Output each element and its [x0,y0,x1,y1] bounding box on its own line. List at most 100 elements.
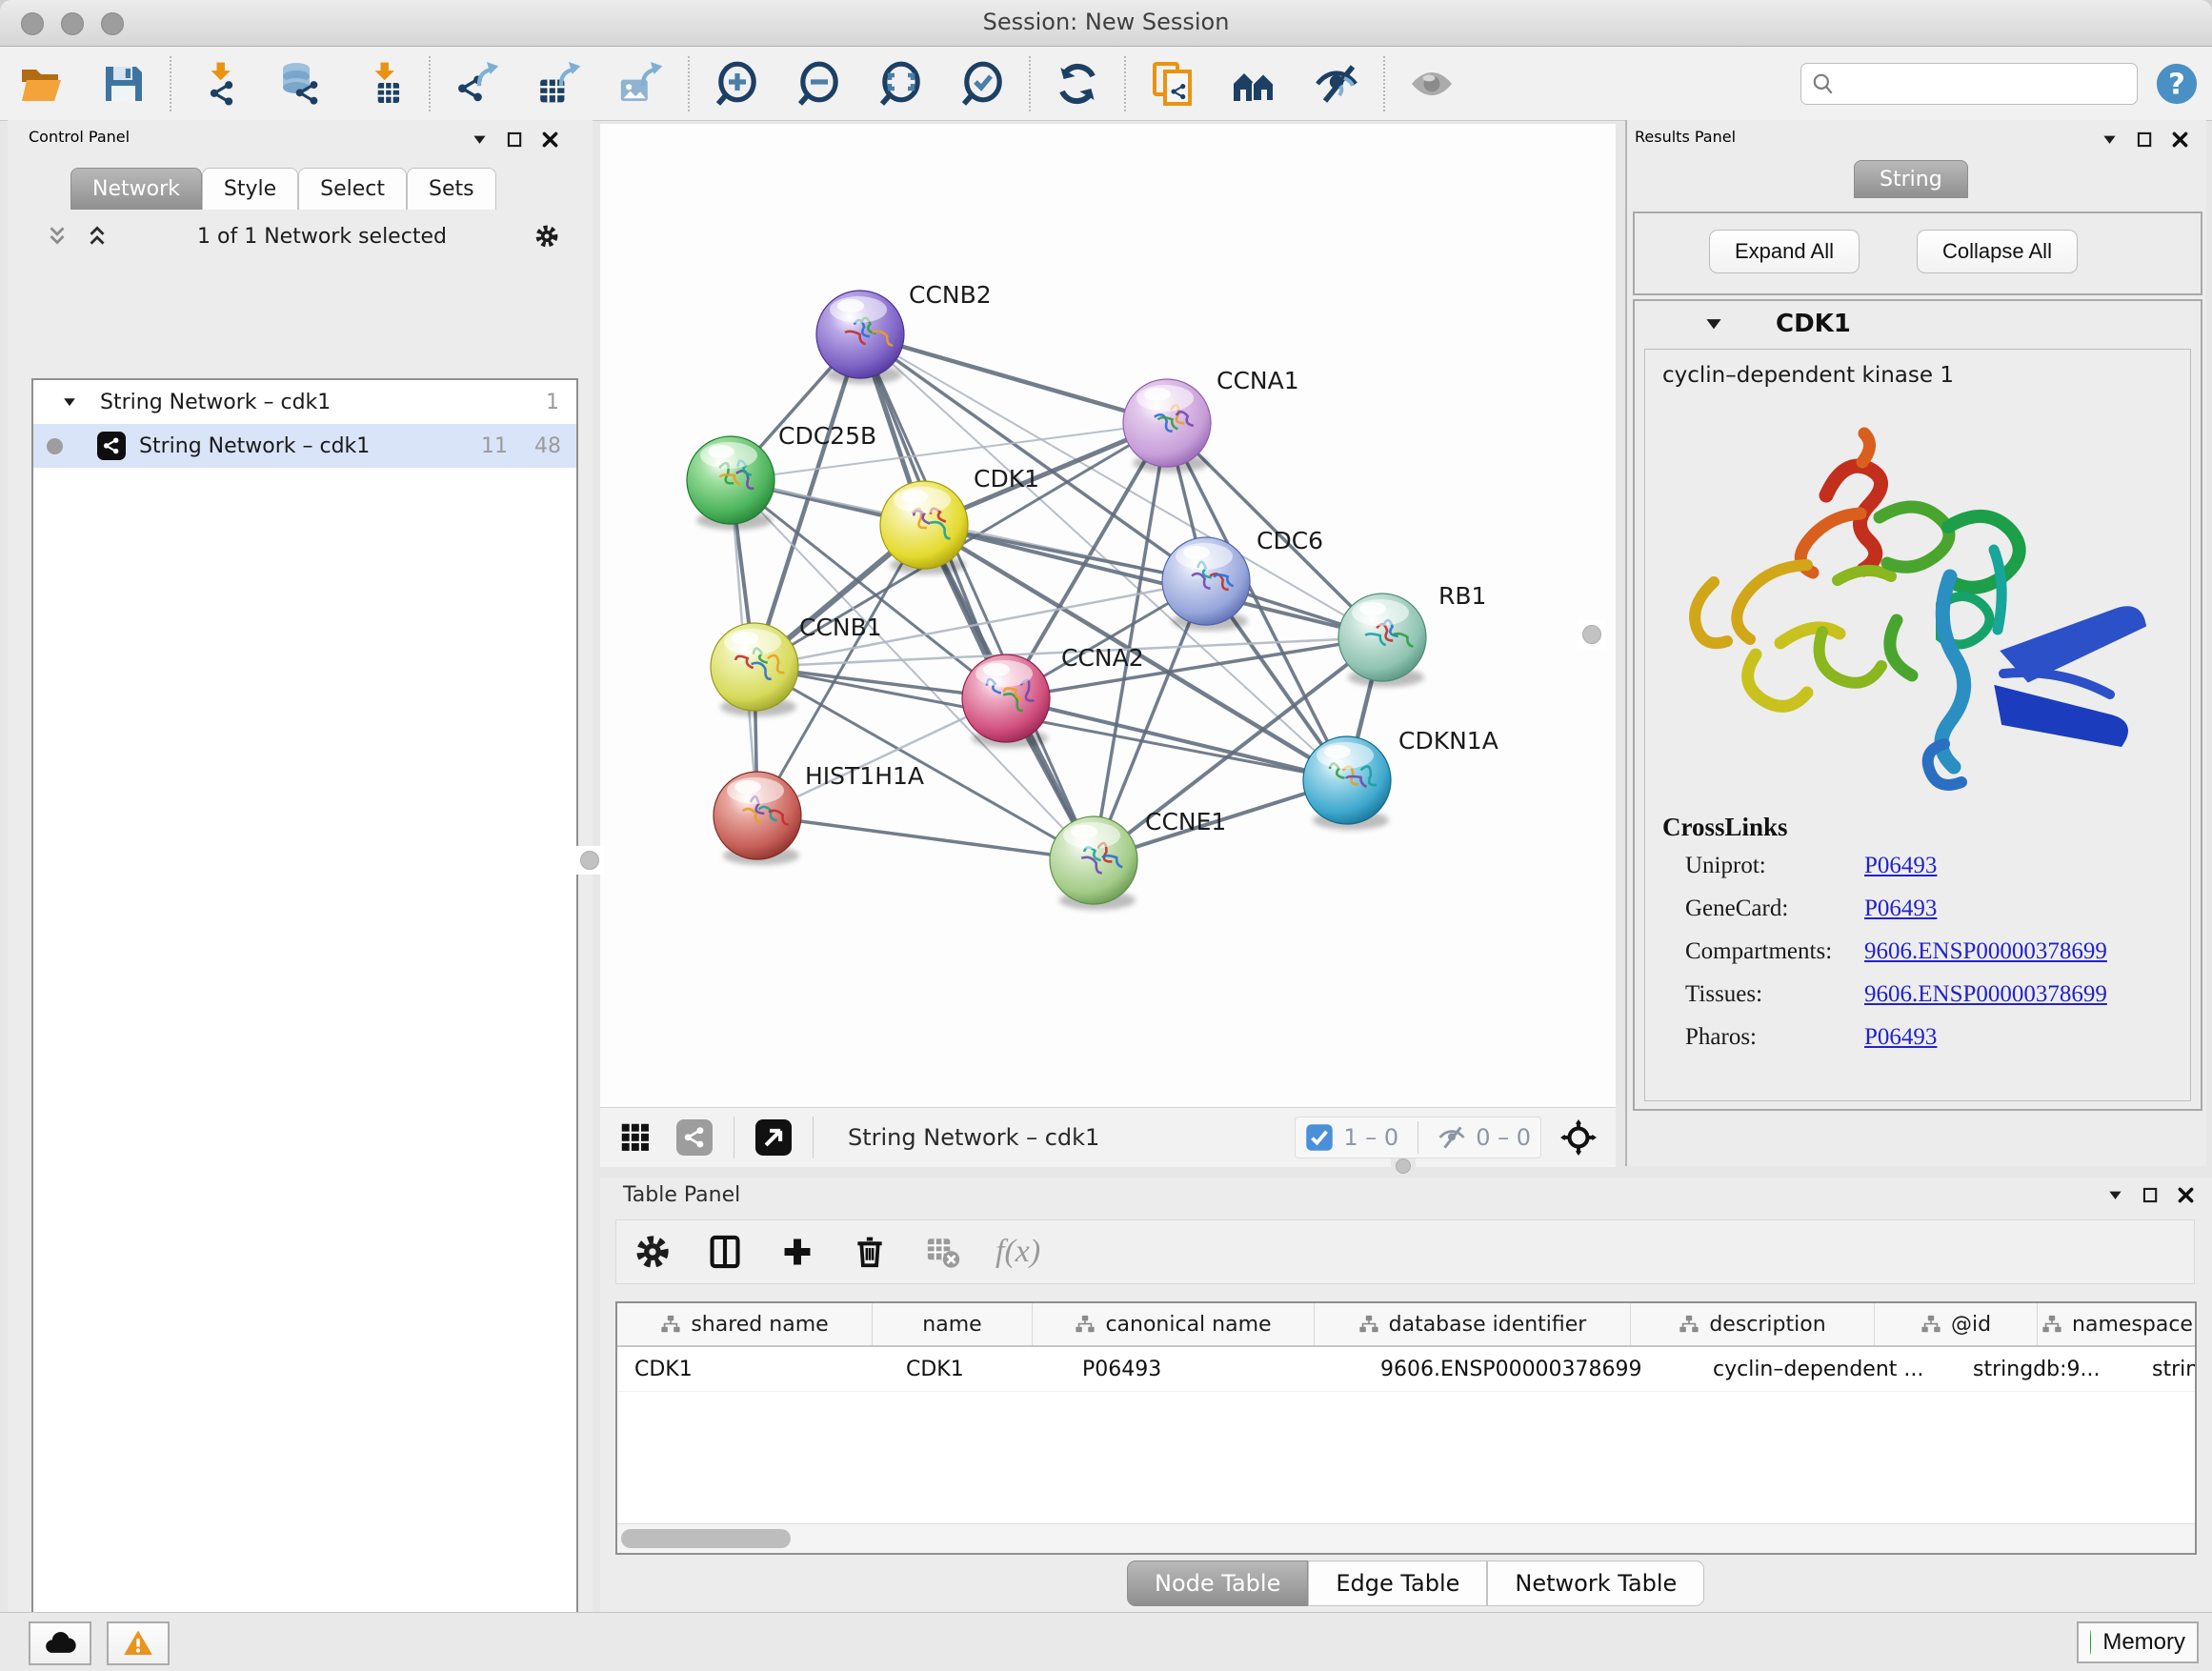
network-tree-row[interactable]: String Network – cdk1 11 48 [33,424,576,468]
column-label: canonical name [1105,1313,1271,1337]
table-options-button[interactable] [631,1230,674,1274]
edge-count: 48 [534,434,561,458]
results-panel-float-icon[interactable] [2135,130,2155,150]
table-header-row: shared namename canonical name database id… [617,1303,2195,1347]
table-row[interactable]: CDK1CDK1P064939606.ENSP00000378699cyclin… [617,1347,2195,1392]
left-splitter-handle[interactable] [575,846,604,875]
network-edge[interactable] [860,334,1167,423]
results-panel-close-icon[interactable] [2170,130,2190,150]
network-node-CDKN1A[interactable] [1303,736,1391,830]
network-node-CCNB1[interactable] [711,623,798,716]
crosslink-link[interactable]: 9606.ENSP00000378699 [1864,938,2107,965]
network-node-CDK1[interactable] [880,481,968,574]
search-input[interactable] [1843,70,2127,97]
crosslink-link[interactable]: P06493 [1864,1024,1937,1051]
collapse-all-button[interactable]: Collapse All [1917,230,2078,273]
right-splitter-handle[interactable] [1578,620,1606,649]
hierarchy-icon [1920,1314,1941,1335]
duplicate-network-button[interactable] [1148,59,1197,109]
column-header--id[interactable]: @id [1875,1303,2038,1345]
zoom-fit-button[interactable] [875,59,925,109]
expand-all-button[interactable]: Expand All [1709,230,1860,273]
fit-selected-button[interactable] [1557,1116,1600,1159]
network-selector-row: 1 of 1 Network selected [31,213,574,259]
table-panel-window-controls [2105,1185,2196,1205]
control-panel-collapse-icon[interactable] [470,130,490,150]
column-header-shared-name[interactable]: shared name [617,1303,873,1345]
network-node-CCNE1[interactable] [1050,816,1137,910]
delete-table-button[interactable] [920,1230,964,1274]
network-tree-row[interactable]: String Network – cdk1 1 [33,380,576,424]
tab-node-table[interactable]: Node Table [1127,1560,1308,1606]
network-node-CDC25B[interactable] [687,436,774,530]
tab-select[interactable]: Select [298,168,407,210]
gene-collapse-icon[interactable] [1701,312,1726,336]
tab-sets[interactable]: Sets [407,168,496,210]
expand-all-networks-icon[interactable] [45,224,70,249]
network-edge[interactable] [757,815,1094,860]
tab-style[interactable]: Style [202,168,298,210]
gene-section-header[interactable]: CDK1 [1635,301,2201,347]
import-table-button[interactable] [357,59,407,109]
zoom-selected-button[interactable] [957,59,1007,109]
home-view-button[interactable] [1230,59,1279,109]
network-node-RB1[interactable] [1338,594,1426,687]
tree-caret-icon[interactable] [60,393,79,412]
export-image-button[interactable] [616,59,666,109]
tab-network-table[interactable]: Network Table [1487,1560,1704,1606]
import-database-button[interactable] [275,59,325,109]
open-file-button[interactable] [16,59,66,109]
network-node-CCNA1[interactable] [1123,379,1211,473]
crosslink-link[interactable]: P06493 [1864,896,1937,922]
tab-network[interactable]: Network [70,168,202,210]
help-button[interactable]: ? [2155,62,2199,106]
delete-column-button[interactable] [848,1230,892,1274]
collapse-all-networks-icon[interactable] [85,224,110,249]
status-bar: Memory [0,1612,2212,1671]
tab-string[interactable]: String [1854,160,1968,198]
save-session-button[interactable] [98,59,148,109]
birdseye-view-button[interactable] [752,1116,795,1159]
refresh-view-button[interactable] [1053,59,1102,109]
crosslink-link[interactable]: P06493 [1864,853,1937,879]
network-node-CCNA2[interactable] [962,654,1050,748]
control-panel-close-icon[interactable] [540,130,560,150]
show-columns-button[interactable] [703,1230,747,1274]
crosslink-link[interactable]: 9606.ENSP00000378699 [1864,981,2107,1008]
show-elements-button[interactable] [1407,59,1457,109]
control-panel-float-icon[interactable] [505,130,525,150]
function-builder-label[interactable]: f(x) [995,1234,1040,1270]
network-node-CDC6[interactable] [1162,537,1250,631]
network-options-gear-icon[interactable] [534,224,559,249]
network-share-button[interactable] [673,1116,716,1159]
warnings-button[interactable] [107,1621,170,1665]
column-header-description[interactable]: description [1631,1303,1875,1345]
hidden-eye-icon[interactable] [1438,1123,1466,1152]
add-column-button[interactable] [775,1230,819,1274]
hide-elements-button[interactable] [1312,59,1361,109]
memory-button[interactable]: Memory [2077,1621,2199,1663]
bottom-splitter-handle[interactable] [1391,1158,1416,1174]
node-label-CCNA1: CCNA1 [1217,367,1299,394]
cloud-status-button[interactable] [29,1621,91,1665]
network-node-HIST1H1A[interactable] [714,772,801,865]
results-panel-collapse-icon[interactable] [2100,130,2120,150]
zoom-in-button[interactable] [712,59,761,109]
network-canvas[interactable]: CCNB2CCNA1CDC25BCDK1CDC6RB1CCNB1CCNA2CDK… [600,124,1616,1107]
column-header-namespace[interactable]: namespace [2038,1303,2197,1345]
scrollbar-thumb[interactable] [621,1529,791,1548]
zoom-out-button[interactable] [794,59,843,109]
tab-edge-table[interactable]: Edge Table [1308,1560,1487,1606]
table-panel-collapse-icon[interactable] [2105,1185,2125,1205]
export-table-button[interactable] [534,59,584,109]
table-panel-close-icon[interactable] [2176,1185,2196,1205]
export-network-button[interactable] [452,59,502,109]
grid-view-button[interactable] [613,1116,657,1159]
import-network-button[interactable] [193,59,243,109]
selection-counters: 1 – 0 0 – 0 [1295,1117,1541,1158]
selected-checkbox-icon[interactable] [1305,1123,1334,1152]
column-header-canonical-name[interactable]: canonical name [1033,1303,1315,1345]
table-panel-float-icon[interactable] [2141,1185,2161,1205]
column-header-database-identifier[interactable]: database identifier [1315,1303,1631,1345]
column-header-name[interactable]: name [873,1303,1033,1345]
